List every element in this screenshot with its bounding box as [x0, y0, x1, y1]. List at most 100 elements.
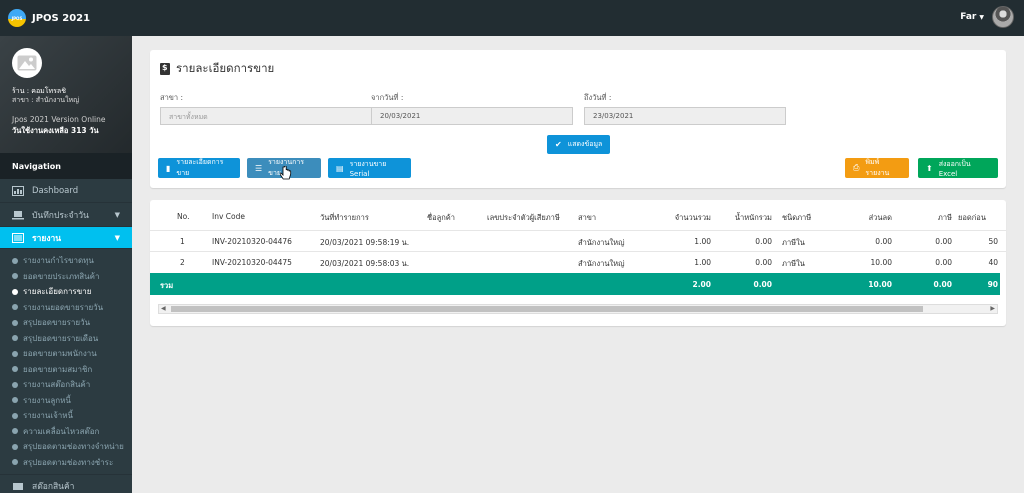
submenu-sales-by-staff[interactable]: ยอดขายตามพนักงาน	[0, 346, 132, 362]
sidebar-item-daily[interactable]: บันทึกประจำวัน ▼	[0, 203, 132, 227]
cell-subtotal: 50	[988, 237, 998, 246]
col-inv-code[interactable]: Inv Code	[212, 212, 245, 221]
submenu-label: ยอดขายตามสมาชิก	[23, 364, 93, 374]
cell-inv: INV-20210320-04475	[212, 258, 292, 267]
circle-icon	[12, 412, 18, 419]
branch-label: สาขา :	[160, 93, 184, 102]
from-date-input[interactable]: 20/03/2021	[371, 107, 573, 125]
cell-weight: 0.00	[755, 258, 772, 267]
barcode-icon: ▤	[336, 163, 344, 173]
avatar[interactable]	[992, 6, 1014, 28]
col-weight[interactable]: น้ำหนักรวม	[706, 212, 772, 224]
submenu-stock-report[interactable]: รายงานสต๊อกสินค้า	[0, 377, 132, 393]
print-icon: ⎙	[853, 163, 860, 172]
submenu-label: สรุปยอดตามช่องทางจำหน่าย	[23, 442, 124, 452]
col-tax-type[interactable]: ชนิดภาษี	[782, 212, 811, 224]
shop-image-icon	[12, 48, 42, 78]
check-icon: ✔	[555, 140, 562, 149]
table-row[interactable]: 1 INV-20210320-04476 20/03/2021 09:58:19…	[150, 230, 1006, 251]
circle-icon	[12, 304, 18, 311]
sidebar-item-stock[interactable]: สต๊อกสินค้า	[0, 474, 132, 493]
submenu-sales-channel[interactable]: สรุปยอดตามช่องทางจำหน่าย	[0, 439, 132, 455]
total-qty: 2.00	[692, 280, 711, 289]
circle-icon	[12, 381, 18, 388]
submenu-monthly-summary[interactable]: สรุปยอดขายรายเดือน	[0, 331, 132, 347]
scroll-right-icon[interactable]: ▶	[990, 305, 995, 312]
submenu-profit-loss[interactable]: รายงานกำไรขาดทุน	[0, 253, 132, 269]
cell-branch: สำนักงานใหญ่	[578, 238, 625, 247]
submenu-daily-sales[interactable]: รายงานยอดขายรายวัน	[0, 300, 132, 316]
total-label: รวม	[160, 281, 174, 290]
col-tax-id[interactable]: เลขประจำตัวผู้เสียภาษี	[487, 212, 560, 224]
to-date-input[interactable]: 23/03/2021	[584, 107, 786, 125]
submenu-label: สรุปยอดตามช่องทางชำระ	[23, 457, 114, 467]
table-row[interactable]: 2 INV-20210320-04475 20/03/2021 09:58:03…	[150, 251, 1006, 272]
submenu-stock-movement[interactable]: ความเคลื่อนไหวสต๊อก	[0, 424, 132, 440]
col-branch[interactable]: สาขา	[578, 212, 596, 224]
chevron-down-icon: ▼	[114, 233, 120, 242]
submenu-sales-detail[interactable]: รายละเอียดการขาย	[0, 284, 132, 300]
list-icon: ☰	[255, 163, 263, 173]
brand[interactable]: JPOS JPOS 2021	[0, 9, 90, 27]
circle-icon	[12, 319, 18, 326]
print-label: พิมพ์รายงาน	[865, 158, 890, 177]
scrollbar-thumb[interactable]	[171, 306, 923, 312]
cell-tax-type: ภาษีใน	[782, 259, 805, 268]
user-name: Far	[960, 12, 977, 22]
cell-weight: 0.00	[755, 237, 772, 246]
submenu-label: ยอดขายประเภทสินค้า	[23, 271, 100, 281]
version-text: Jpos 2021 Version Online	[12, 115, 106, 124]
sidebar-item-dashboard[interactable]: Dashboard	[0, 179, 132, 203]
col-customer[interactable]: ชื่อลูกค้า	[427, 212, 455, 224]
cell-discount: 0.00	[875, 237, 892, 246]
cell-inv: INV-20210320-04476	[212, 237, 292, 246]
cell-discount: 10.00	[870, 258, 892, 267]
cell-date: 20/03/2021 09:58:03 น.	[320, 259, 410, 268]
total-weight: 0.00	[753, 280, 772, 289]
submenu-label: สรุปยอดขายรายวัน	[23, 318, 91, 328]
scroll-left-icon[interactable]: ◀	[161, 305, 166, 312]
export-excel-button[interactable]: ⬆ ส่งออกเป็น Excel	[918, 158, 998, 178]
submenu-payment-channel[interactable]: สรุปยอดตามช่องทางชำระ	[0, 455, 132, 471]
tab-sales-serial[interactable]: ▤ รายงานขาย Serial	[328, 158, 411, 178]
excel-label: ส่งออกเป็น Excel	[938, 159, 971, 178]
total-subtotal: 90	[987, 280, 998, 289]
submenu-sales-by-category[interactable]: ยอดขายประเภทสินค้า	[0, 269, 132, 285]
circle-icon	[12, 428, 18, 435]
circle-icon	[12, 443, 18, 450]
cell-tax: 0.00	[935, 237, 952, 246]
tab-label: รายงานขาย Serial	[349, 159, 387, 178]
cell-qty: 1.00	[694, 237, 711, 246]
circle-icon	[12, 459, 18, 466]
col-tax[interactable]: ภาษี	[910, 212, 952, 224]
cell-no: 2	[180, 258, 185, 267]
submenu-daily-summary[interactable]: สรุปยอดขายรายวัน	[0, 315, 132, 331]
show-data-button[interactable]: ✔ แสดงข้อมูล	[547, 135, 611, 154]
submenu-label: รายงานสต๊อกสินค้า	[23, 380, 91, 390]
col-discount[interactable]: ส่วนลด	[840, 212, 892, 224]
col-qty[interactable]: จำนวนรวม	[640, 212, 711, 224]
submenu-label: รายงานยอดขายรายวัน	[23, 302, 104, 312]
submenu-sales-by-member[interactable]: ยอดขายตามสมาชิก	[0, 362, 132, 378]
col-no[interactable]: No.	[177, 212, 189, 221]
app-title: JPOS 2021	[32, 12, 91, 24]
circle-icon	[12, 257, 18, 264]
submenu-debtors[interactable]: รายงานลูกหนี้	[0, 393, 132, 409]
sidebar-item-label: Dashboard	[32, 185, 79, 196]
tab-sales-detail[interactable]: ▮ รายละเอียดการขาย	[158, 158, 240, 178]
chevron-down-icon: ▼	[114, 210, 120, 219]
sidebar: ร้าน : คอมโทรลชิ สาขา : สำนักงานใหญ่ Jpo…	[0, 36, 132, 493]
from-date-label: จากวันที่ :	[371, 93, 404, 102]
horizontal-scrollbar[interactable]: ◀ ▶	[158, 304, 998, 314]
circle-icon	[12, 397, 18, 404]
days-left: วันใช้งานคงเหลือ 313 วัน	[12, 126, 99, 135]
print-report-button[interactable]: ⎙ พิมพ์รายงาน	[845, 158, 909, 178]
shop-name: ร้าน : คอมโทรลชิ	[12, 87, 66, 95]
col-date[interactable]: วันที่ทำรายการ	[320, 212, 369, 224]
submenu-label: ยอดขายตามพนักงาน	[23, 349, 97, 359]
col-subtotal[interactable]: ยอดก่อน	[958, 212, 986, 224]
sidebar-item-report[interactable]: รายงาน ▼	[0, 227, 132, 249]
submenu-label: ความเคลื่อนไหวสต๊อก	[23, 426, 100, 436]
submenu-creditors[interactable]: รายงานเจ้าหนี้	[0, 408, 132, 424]
user-menu[interactable]: Far ▼	[960, 6, 1014, 28]
